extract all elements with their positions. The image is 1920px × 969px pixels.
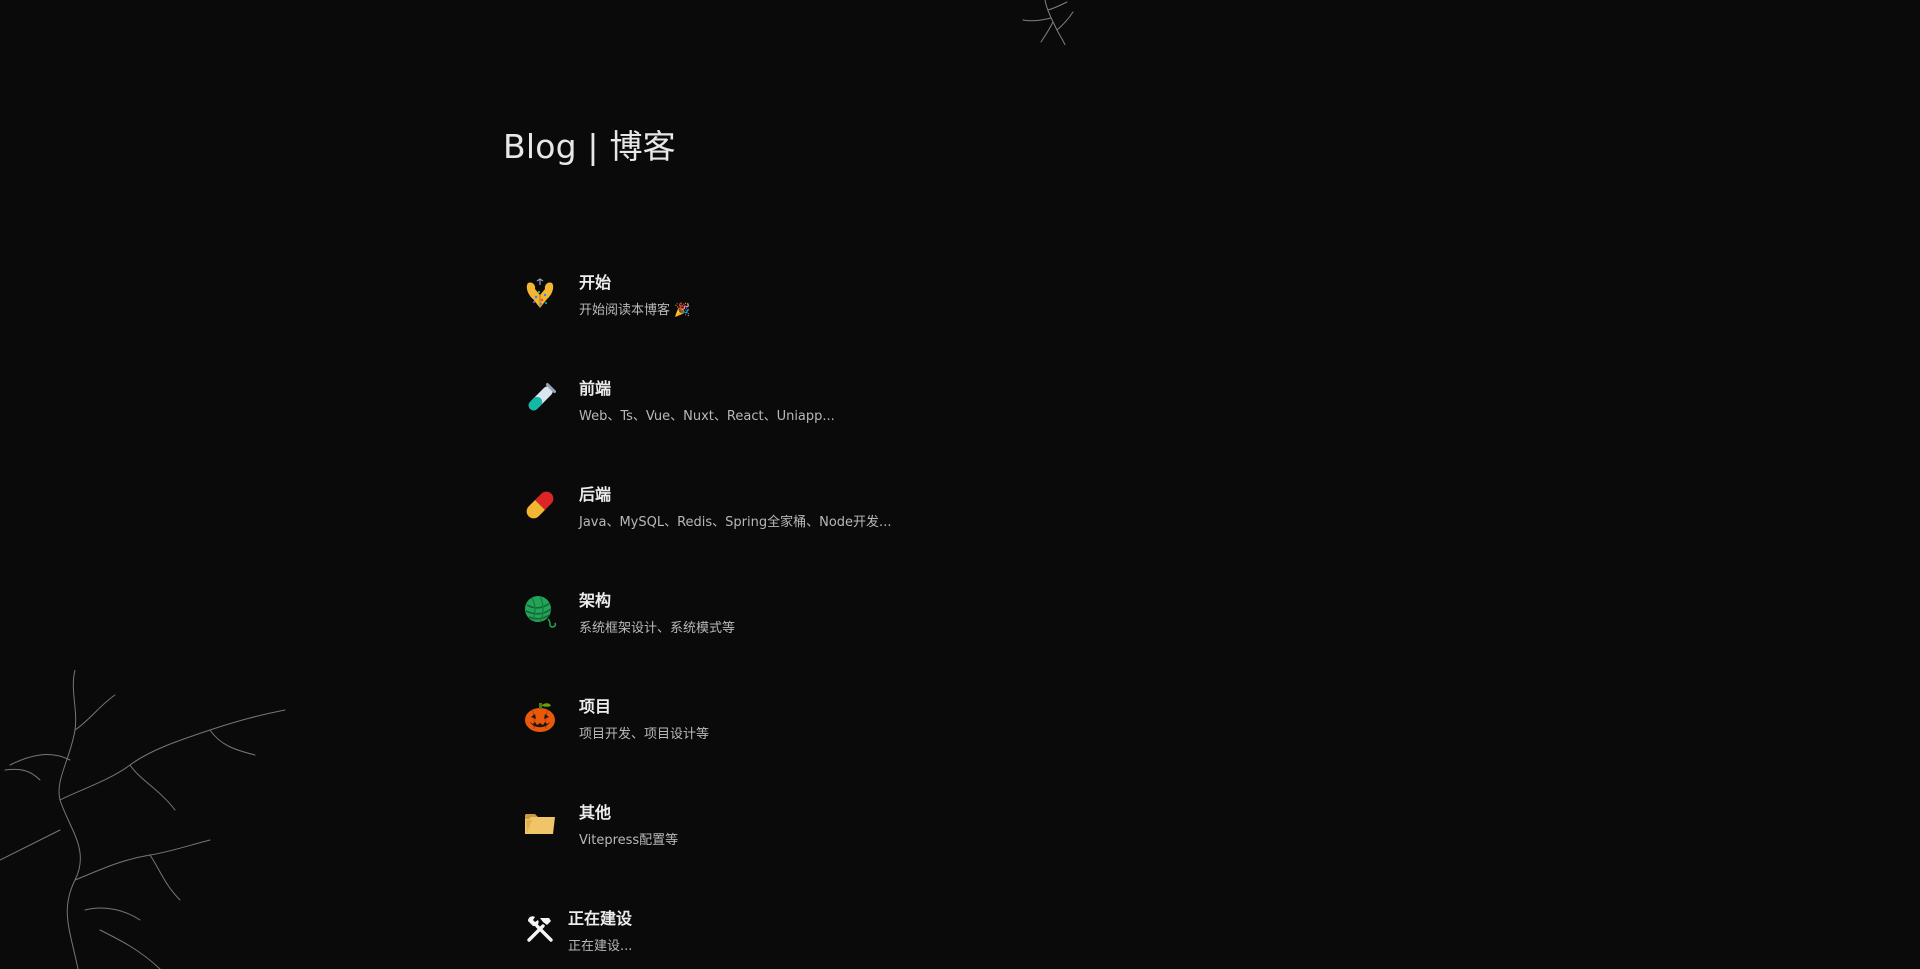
category-name: 架构: [579, 591, 612, 610]
category-name: 后端: [579, 485, 612, 504]
yarn-icon: [520, 591, 560, 631]
tools-icon: [520, 909, 560, 949]
category-name: 开始: [579, 273, 612, 292]
category-item-frontend[interactable]: 前端 Web、Ts、Vue、Nuxt、React、Uniapp...: [520, 349, 1020, 455]
category-description: 开始阅读本博客 🎉: [579, 303, 691, 318]
category-description: Java、MySQL、Redis、Spring全家桶、Node开发...: [579, 515, 892, 530]
category-description: Vitepress配置等: [579, 833, 679, 848]
category-item-projects[interactable]: 项目 项目开发、项目设计等: [520, 667, 1020, 773]
category-item-architecture[interactable]: 架构 系统框架设计、系统模式等: [520, 561, 1020, 667]
category-item-backend[interactable]: 后端 Java、MySQL、Redis、Spring全家桶、Node开发...: [520, 455, 1020, 561]
jack-o-lantern-icon: [520, 697, 560, 737]
category-name: 项目: [579, 697, 612, 716]
category-name: 正在建设: [568, 909, 633, 928]
folder-icon: [520, 803, 560, 843]
category-name: 前端: [579, 379, 612, 398]
page-title: Blog | 博客: [503, 127, 676, 166]
category-description: Web、Ts、Vue、Nuxt、React、Uniapp...: [579, 409, 835, 424]
branch-decoration: [1022, 0, 1074, 45]
test-tube-icon: [520, 379, 560, 419]
category-description: 系统框架设计、系统模式等: [579, 621, 736, 636]
category-description: 项目开发、项目设计等: [579, 727, 710, 742]
category-list: 开始 开始阅读本博客 🎉 前端 Web、Ts、Vue、Nuxt、React、Un…: [520, 243, 1020, 969]
category-item-start[interactable]: 开始 开始阅读本博客 🎉: [520, 243, 1020, 349]
category-item-under-construction[interactable]: 正在建设 正在建设...: [520, 879, 1020, 969]
pill-icon: [520, 485, 560, 525]
category-description: 正在建设...: [568, 939, 633, 954]
confetti-icon: [520, 273, 560, 313]
category-name: 其他: [579, 803, 612, 822]
blog-page: Blog | 博客 开始 开始阅读本博客 🎉 前端 Web、Ts、Vue、Nux…: [0, 0, 1920, 969]
category-item-others[interactable]: 其他 Vitepress配置等: [520, 773, 1020, 879]
vine-decoration: [0, 670, 286, 969]
